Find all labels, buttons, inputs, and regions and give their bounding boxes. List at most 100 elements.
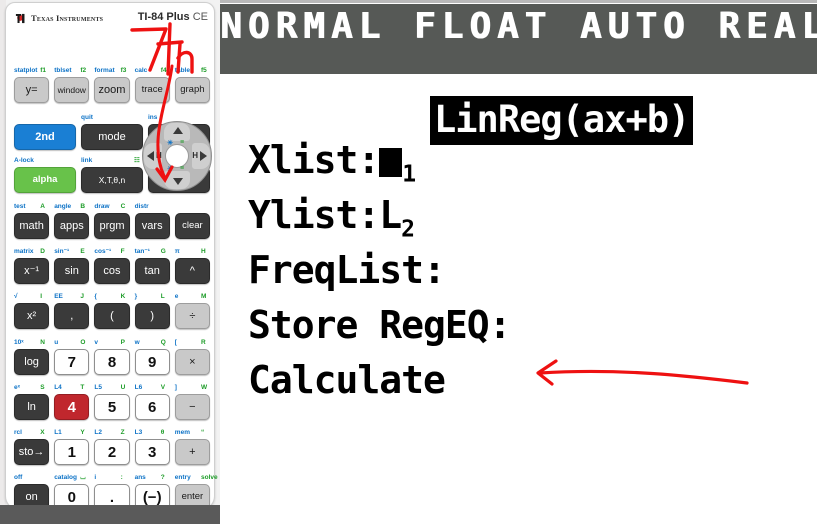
key-second-label-graph: table	[174, 67, 190, 74]
key-trace[interactable]: trace	[134, 77, 170, 103]
key-second-label-: [	[174, 339, 177, 346]
calculator-faceplate: Texas Instruments TI-84 Plus CE statplot…	[5, 2, 218, 510]
key-alpha-label-: L	[160, 293, 165, 300]
display-body: LinReg(ax+b) Xlist: 1 Ylist:L2 FreqList: Sto…	[220, 76, 817, 524]
key-second-label-alpha: A-lock	[14, 157, 34, 164]
triangle-left-icon	[147, 151, 154, 161]
key-sin[interactable]: sin	[54, 258, 90, 284]
key-2nd[interactable]: 2nd	[14, 124, 76, 150]
key-second-label-on: off	[14, 474, 23, 481]
key-alpha-label-: J	[80, 293, 85, 300]
display-menu-label: Calculate	[248, 358, 446, 402]
key-5[interactable]: 5	[94, 394, 130, 420]
key-sym[interactable]: )	[134, 303, 170, 329]
key-second-label-apps: angle	[54, 203, 72, 210]
key-alpha-label-0: ⌴	[80, 474, 86, 481]
key-sym[interactable]: ^	[174, 258, 210, 284]
display-menu-item-calculate[interactable]: Calculate	[248, 358, 446, 402]
display-menu-item-ylist[interactable]: Ylist:L2	[248, 193, 415, 243]
brightness-down-icon: ☀	[167, 166, 174, 173]
key-x[interactable]: x²	[14, 303, 50, 329]
key-9[interactable]: 9	[134, 349, 170, 375]
mode-bar-text: NORMAL FLOAT AUTO REAL RADIAN	[220, 6, 817, 47]
key-8[interactable]: 8	[94, 349, 130, 375]
key-sym[interactable]: ÷	[174, 303, 210, 329]
key-alpha-label-trace: f4	[160, 67, 167, 74]
key-6[interactable]: 6	[134, 394, 170, 420]
key-sto[interactable]: sto→	[14, 439, 50, 465]
key-sym[interactable]: (	[94, 303, 130, 329]
key-sym[interactable]: +	[174, 439, 210, 465]
key-alpha-label-tan: G	[160, 248, 166, 255]
key-2[interactable]: 2	[94, 439, 130, 465]
brand-row: Texas Instruments TI-84 Plus CE	[14, 11, 210, 27]
calculator-display: NORMAL FLOAT AUTO REAL RADIAN LinReg(ax+…	[220, 0, 817, 524]
key-second-label-: i	[94, 474, 97, 481]
key-second-label-: e	[174, 293, 179, 300]
key-zoom[interactable]: zoom	[94, 77, 130, 103]
key-cos[interactable]: cos	[94, 258, 130, 284]
key-tan[interactable]: tan	[134, 258, 170, 284]
key-clear[interactable]: clear	[174, 213, 210, 239]
key-alpha-label-8: P	[120, 339, 125, 346]
key-alpha-label-2: Z	[120, 429, 125, 436]
triangle-up-icon	[173, 127, 183, 134]
display-menu-item-freqlist[interactable]: FreqList:	[248, 248, 446, 292]
key-alpha-label-: ?	[160, 474, 165, 481]
display-menu-item-storeregeq[interactable]: Store RegEQ:	[248, 303, 512, 347]
display-menu-subscript: 2	[401, 216, 416, 243]
key-alpha-label-xtn: ☷	[134, 157, 140, 164]
key-alpha-label-: :	[120, 474, 123, 481]
key-sym[interactable]: ×	[174, 349, 210, 375]
key-ln[interactable]: ln	[14, 394, 50, 420]
key-mode[interactable]: mode	[81, 124, 143, 150]
key-alpha-label-: M	[201, 293, 207, 300]
key-4[interactable]: 4	[54, 394, 90, 420]
dpad-left-mark: H	[156, 151, 162, 160]
key-alpha-label-7: O	[80, 339, 86, 346]
key-xtn[interactable]: X,T,θ,n	[81, 167, 143, 193]
display-menu-item-xlist[interactable]: Xlist: 1	[248, 138, 416, 188]
key-alpha-label-log: N	[40, 339, 45, 346]
key-sym[interactable]: ,	[54, 303, 90, 329]
display-menu-value: L	[379, 193, 402, 237]
key-alpha-label-sin: E	[80, 248, 85, 255]
key-alpha-label-: “	[201, 429, 205, 436]
ti-logo-icon	[15, 13, 25, 24]
screenshot-root: Texas Instruments TI-84 Plus CE statplot…	[0, 0, 817, 524]
key-second-label-0: catalog	[54, 474, 77, 481]
key-second-label-8: v	[94, 339, 99, 346]
key-alpha-label-5: U	[120, 384, 126, 391]
key-sym[interactable]: −	[174, 394, 210, 420]
key-alpha[interactable]: alpha	[14, 167, 76, 193]
key-second-label-sto: rcl	[14, 429, 22, 436]
model-name-bold: TI-84 Plus	[137, 11, 190, 23]
key-second-label-5: L5	[94, 384, 102, 391]
key-prgm[interactable]: prgm	[94, 213, 130, 239]
key-math[interactable]: math	[14, 213, 50, 239]
brand-name: Texas Instruments	[31, 13, 104, 23]
key-log[interactable]: log	[14, 349, 50, 375]
display-top-border	[220, 0, 817, 3]
key-3[interactable]: 3	[134, 439, 170, 465]
key-1[interactable]: 1	[54, 439, 90, 465]
key-window[interactable]: window	[54, 77, 90, 103]
key-alpha-label-window: f2	[80, 67, 87, 74]
key-vars[interactable]: vars	[134, 213, 170, 239]
key-7[interactable]: 7	[54, 349, 90, 375]
contrast-up-icon: ≡	[180, 139, 185, 146]
triangle-down-icon	[173, 178, 183, 185]
key-alpha-label-enter: solve	[201, 474, 218, 481]
key-y[interactable]: y=	[14, 77, 50, 103]
key-alpha-label-6: V	[160, 384, 166, 391]
key-x[interactable]: x⁻¹	[14, 258, 50, 284]
key-second-label-4: L4	[54, 384, 62, 391]
dpad-right-mark: H	[192, 151, 198, 160]
contrast-down-icon: ≡	[180, 165, 185, 172]
key-alpha-label-graph: f5	[201, 67, 207, 74]
key-second-label-: mem	[174, 429, 190, 436]
key-second-label-ln: eˣ	[14, 384, 20, 391]
key-graph[interactable]: graph	[174, 77, 210, 103]
directional-pad[interactable]: ☀ ≡ ☀ ≡ H H	[142, 121, 212, 191]
key-apps[interactable]: apps	[54, 213, 90, 239]
